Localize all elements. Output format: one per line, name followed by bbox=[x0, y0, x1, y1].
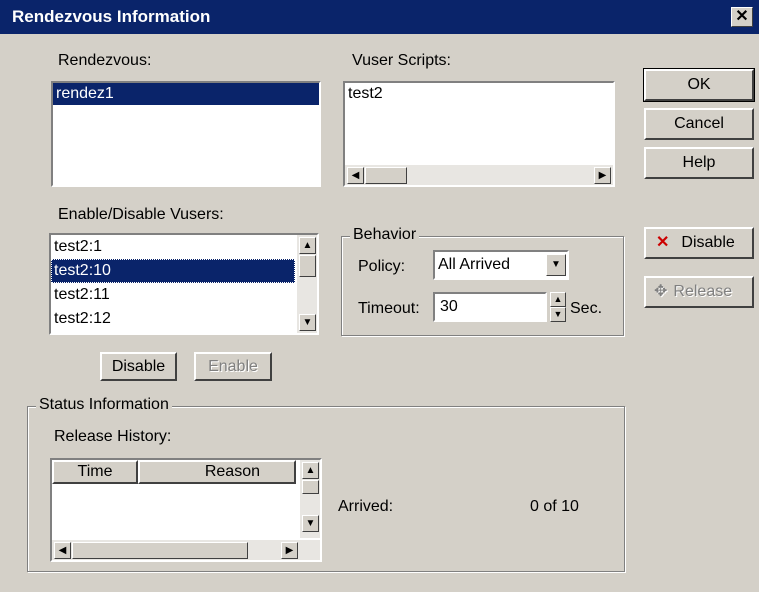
scroll-right-icon[interactable]: ▶ bbox=[281, 542, 298, 559]
cancel-button[interactable]: Cancel bbox=[644, 108, 754, 140]
spin-down-icon[interactable]: ▼ bbox=[550, 307, 566, 322]
list-item[interactable]: test2 bbox=[345, 83, 613, 105]
scroll-left-icon[interactable]: ◀ bbox=[347, 167, 364, 184]
release-label: Release bbox=[673, 283, 733, 300]
disable-button[interactable]: ✕ Disable bbox=[644, 227, 754, 259]
scroll-thumb[interactable] bbox=[299, 255, 316, 277]
list-item[interactable]: test2:1 bbox=[51, 235, 317, 259]
rendezvous-dialog: Rendezvous Information ✕ Rendezvous: ren… bbox=[0, 0, 759, 592]
scroll-up-icon[interactable]: ▲ bbox=[302, 462, 319, 479]
column-header-time[interactable]: Time bbox=[52, 460, 138, 484]
release-history-label: Release History: bbox=[54, 428, 172, 445]
vuser-scripts-label: Vuser Scripts: bbox=[352, 52, 451, 69]
policy-value: All Arrived bbox=[438, 256, 511, 273]
list-item[interactable]: rendez1 bbox=[53, 83, 319, 105]
release-icon: ✥ bbox=[654, 283, 668, 300]
rendezvous-list[interactable]: rendez1 bbox=[51, 81, 321, 187]
help-button[interactable]: Help bbox=[644, 147, 754, 179]
list-item[interactable]: test2:11 bbox=[51, 283, 317, 307]
timeout-label: Timeout: bbox=[358, 300, 420, 317]
spin-up-icon[interactable]: ▲ bbox=[550, 292, 566, 307]
arrived-value: 0 of 10 bbox=[530, 498, 579, 515]
policy-label: Policy: bbox=[358, 258, 406, 275]
timeout-input[interactable]: 30 bbox=[433, 292, 547, 322]
scroll-down-icon[interactable]: ▼ bbox=[299, 314, 316, 331]
vuser-scripts-list[interactable]: test2 ◀ ▶ bbox=[343, 81, 615, 187]
arrived-label: Arrived: bbox=[338, 498, 394, 515]
scroll-down-icon[interactable]: ▼ bbox=[302, 515, 319, 532]
vuser-enable-button[interactable]: Enable bbox=[194, 352, 272, 381]
scroll-thumb[interactable] bbox=[365, 167, 407, 184]
rendezvous-label: Rendezvous: bbox=[58, 52, 152, 69]
vusers-list[interactable]: test2:1 test2:10 test2:11 test2:12 ▲ ▼ bbox=[49, 233, 319, 335]
disable-label: Disable bbox=[681, 234, 735, 251]
timeout-unit: Sec. bbox=[570, 300, 603, 317]
list-item[interactable]: test2:12 bbox=[51, 307, 317, 331]
scroll-thumb[interactable] bbox=[302, 480, 319, 494]
column-header-reason[interactable]: Reason bbox=[138, 460, 296, 484]
vuser-disable-button[interactable]: Disable bbox=[100, 352, 177, 381]
scroll-left-icon[interactable]: ◀ bbox=[54, 542, 71, 559]
policy-select[interactable]: All Arrived ▼ bbox=[433, 250, 569, 280]
scroll-thumb[interactable] bbox=[72, 542, 248, 559]
timeout-value: 30 bbox=[440, 298, 458, 315]
title-bar: Rendezvous Information ✕ bbox=[0, 0, 759, 34]
list-item[interactable]: test2:10 bbox=[51, 259, 295, 283]
x-icon: ✕ bbox=[656, 234, 670, 251]
ok-button[interactable]: OK bbox=[643, 68, 755, 102]
close-button[interactable]: ✕ bbox=[731, 7, 753, 27]
vusers-label: Enable/Disable Vusers: bbox=[58, 206, 224, 223]
release-history-table[interactable]: Time Reason ▲ ▼ ◀ ▶ bbox=[50, 458, 322, 562]
scroll-right-icon[interactable]: ▶ bbox=[594, 167, 611, 184]
release-button[interactable]: ✥ Release bbox=[644, 276, 754, 308]
behavior-title: Behavior bbox=[350, 226, 420, 244]
status-title: Status Information bbox=[36, 396, 172, 414]
chevron-down-icon[interactable]: ▼ bbox=[546, 254, 566, 276]
dialog-title: Rendezvous Information bbox=[12, 7, 211, 26]
scroll-up-icon[interactable]: ▲ bbox=[299, 237, 316, 254]
